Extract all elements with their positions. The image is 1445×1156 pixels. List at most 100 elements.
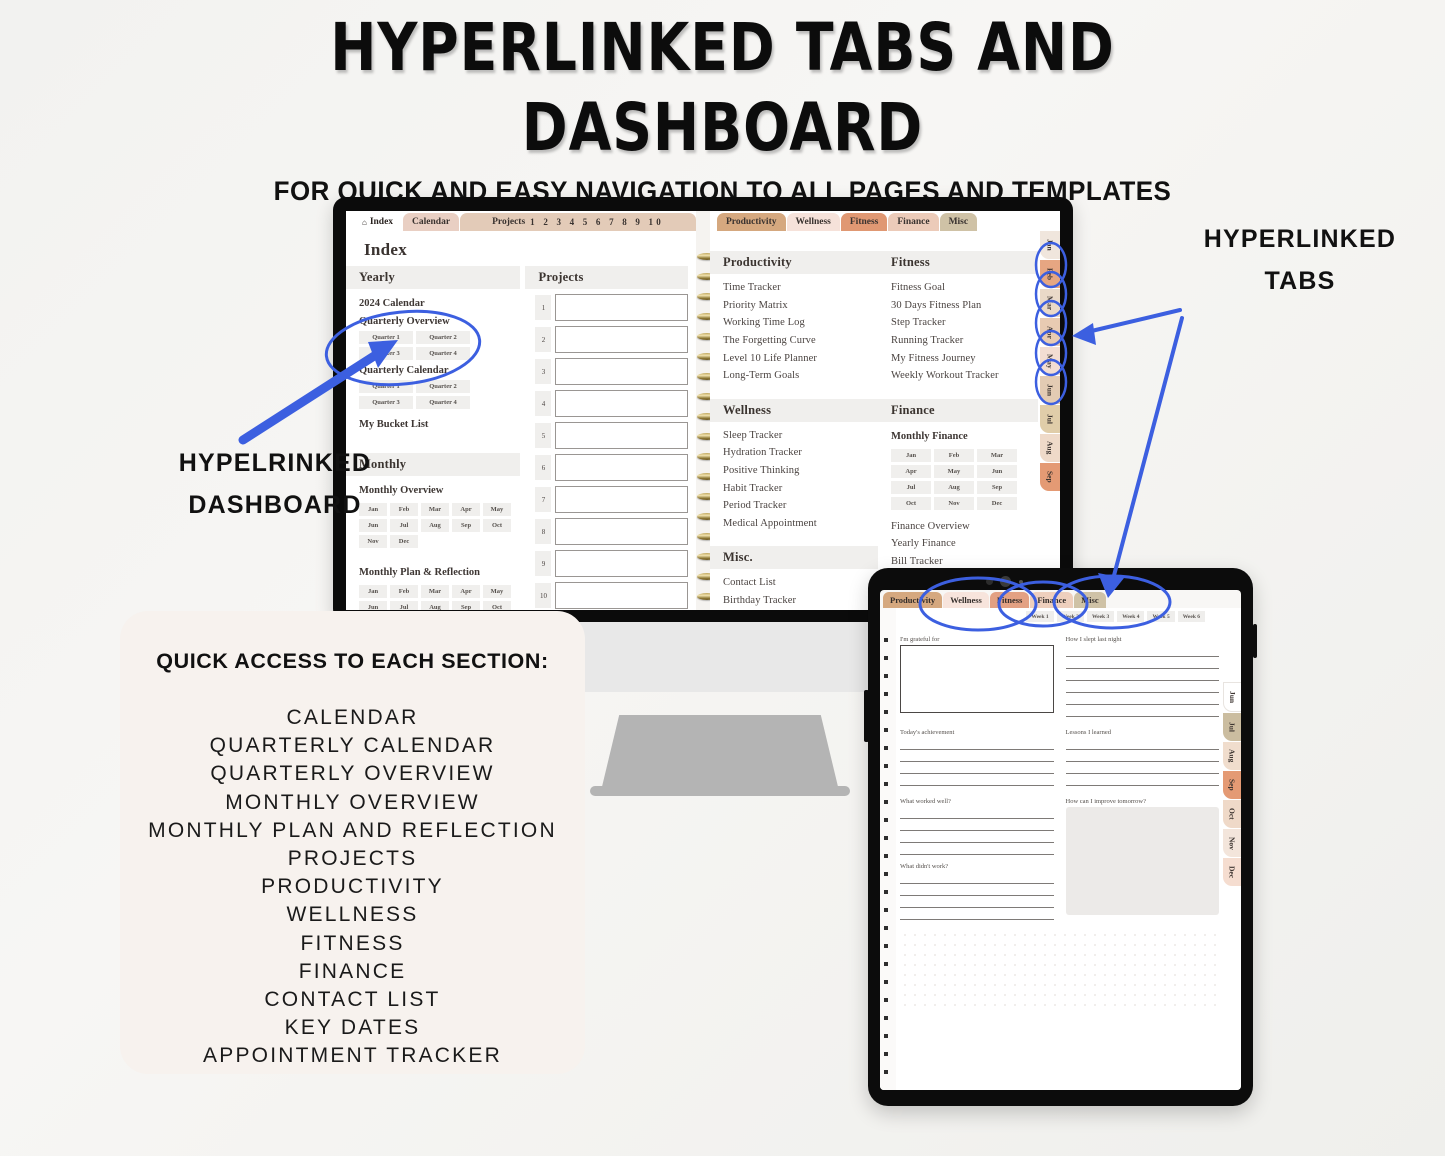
field-achievement-line[interactable] [900, 762, 1054, 774]
chip-quarter[interactable]: Quarter 4 [416, 396, 470, 409]
project-row[interactable]: 7 [535, 486, 688, 513]
week-chip[interactable]: Week 1 [1026, 611, 1054, 622]
tablet-tab-productivity[interactable]: Productivity [883, 592, 943, 608]
chip-quarter[interactable]: Quarter 1 [359, 380, 413, 393]
link-fitness[interactable]: Running Tracker [878, 332, 1038, 350]
project-input[interactable] [555, 390, 688, 417]
project-row[interactable]: 8 [535, 518, 688, 545]
chip-month[interactable]: Jun [977, 464, 1017, 478]
project-row[interactable]: 5 [535, 422, 688, 449]
link-wellness[interactable]: Hydration Tracker [710, 444, 878, 462]
chip-month[interactable]: Jun [359, 601, 387, 610]
chip-month[interactable]: Mar [421, 585, 449, 598]
tablet-month-tab-sep[interactable]: Sep [1223, 771, 1241, 799]
tablet-tab-misc[interactable]: Misc [1074, 592, 1106, 608]
field-worked-well-line[interactable] [900, 819, 1054, 831]
link-wellness[interactable]: Medical Appointment [710, 515, 878, 533]
project-row[interactable]: 10 [535, 582, 688, 609]
week-chip[interactable]: Week 3 [1086, 611, 1115, 622]
chip-quarter[interactable]: Quarter 2 [416, 380, 470, 393]
link-productivity[interactable]: The Forgetting Curve [710, 332, 878, 350]
week-chip[interactable]: Week 4 [1117, 611, 1145, 622]
field-grateful-box[interactable] [900, 645, 1054, 713]
field-slept-line[interactable] [1065, 669, 1219, 681]
link-misc[interactable]: Key Dates [710, 609, 878, 610]
field-didnt-work-line[interactable] [900, 872, 1054, 884]
chip-month[interactable]: Dec [977, 496, 1017, 510]
chip-month[interactable]: Oct [483, 519, 511, 532]
tab-finance[interactable]: Finance [888, 213, 939, 231]
chip-quarter[interactable]: Quarter 2 [416, 331, 470, 344]
tablet-month-tab-aug[interactable]: Aug [1223, 742, 1241, 770]
tablet-tab-wellness[interactable]: Wellness [943, 592, 989, 608]
chip-month[interactable]: Jan [891, 448, 931, 462]
month-tab-jan[interactable]: Jan [1040, 231, 1060, 259]
chip-month[interactable]: Oct [483, 601, 511, 610]
chip-month[interactable]: May [483, 585, 511, 598]
chip-quarter[interactable]: Quarter 3 [359, 396, 413, 409]
field-lessons-line[interactable] [1065, 738, 1219, 750]
link-finance[interactable]: Yearly Finance [878, 535, 1038, 553]
field-didnt-work-line[interactable] [900, 896, 1054, 908]
project-input[interactable] [555, 422, 688, 449]
chip-month[interactable]: Aug [421, 601, 449, 610]
chip-month[interactable]: Apr [452, 503, 480, 516]
link-wellness[interactable]: Positive Thinking [710, 462, 878, 480]
tab-fitness[interactable]: Fitness [840, 213, 888, 231]
field-achievement-line[interactable] [900, 750, 1054, 762]
month-tab-jun[interactable]: Jun [1040, 376, 1060, 404]
chip-month[interactable]: Nov [359, 535, 387, 548]
link-misc[interactable]: Birthday Tracker [710, 592, 878, 610]
project-input[interactable] [555, 486, 688, 513]
link-wellness[interactable]: Sleep Tracker [710, 427, 878, 445]
link-productivity[interactable]: Priority Matrix [710, 297, 878, 315]
chip-month[interactable]: Jul [390, 601, 418, 610]
field-slept-line[interactable] [1065, 681, 1219, 693]
chip-month[interactable]: Aug [934, 480, 974, 494]
field-slept-line[interactable] [1065, 693, 1219, 705]
chip-month[interactable]: Apr [891, 464, 931, 478]
chip-month[interactable]: Feb [934, 448, 974, 462]
link-fitness[interactable]: My Fitness Journey [878, 349, 1038, 367]
project-input[interactable] [555, 358, 688, 385]
chip-month[interactable]: May [483, 503, 511, 516]
link-fitness[interactable]: Weekly Workout Tracker [878, 367, 1038, 385]
tablet-tab-fitness[interactable]: Fitness [989, 592, 1030, 608]
tablet-month-tab-jul[interactable]: Jul [1223, 713, 1241, 741]
tablet-month-tab-dec[interactable]: Dec [1223, 858, 1241, 886]
tab-index[interactable]: ⌂ Index [353, 213, 403, 231]
week-chip[interactable]: Week 2 [1056, 611, 1084, 622]
link-my-bucket-list[interactable]: My Bucket List [346, 410, 520, 433]
field-worked-well-line[interactable] [900, 843, 1054, 855]
week-chip[interactable]: Week 6 [1177, 611, 1205, 622]
project-input[interactable] [555, 294, 688, 321]
tablet-month-tab-nov[interactable]: Nov [1223, 829, 1241, 857]
chip-quarter[interactable]: Quarter 1 [359, 331, 413, 344]
project-input[interactable] [555, 550, 688, 577]
link-finance[interactable]: Finance Overview [878, 518, 1038, 536]
month-tab-may[interactable]: May [1040, 347, 1060, 375]
link-fitness[interactable]: 30 Days Fitness Plan [878, 297, 1038, 315]
project-input[interactable] [555, 454, 688, 481]
link-productivity[interactable]: Time Tracker [710, 279, 878, 297]
project-row[interactable]: 2 [535, 326, 688, 353]
month-tab-mar[interactable]: Mar [1040, 289, 1060, 317]
tab-calendar[interactable]: Calendar [403, 213, 460, 231]
month-tab-apr[interactable]: Apr [1040, 318, 1060, 346]
chip-month[interactable]: Apr [452, 585, 480, 598]
chip-month[interactable]: Mar [977, 448, 1017, 462]
week-chip[interactable]: Week 5 [1147, 611, 1175, 622]
project-row[interactable]: 6 [535, 454, 688, 481]
link-productivity[interactable]: Working Time Log [710, 314, 878, 332]
tablet-month-tab-jun[interactable]: Jun [1223, 682, 1241, 712]
project-row[interactable]: 9 [535, 550, 688, 577]
month-tab-feb[interactable]: Feb [1040, 260, 1060, 288]
field-slept-line[interactable] [1065, 645, 1219, 657]
link-productivity[interactable]: Long-Term Goals [710, 367, 878, 385]
tab-projects[interactable]: Projects 1 2 3 4 5 6 7 8 9 10 [460, 213, 696, 231]
field-worked-well-line[interactable] [900, 831, 1054, 843]
chip-month[interactable]: Nov [934, 496, 974, 510]
chip-quarter[interactable]: Quarter 4 [416, 347, 470, 360]
tab-wellness[interactable]: Wellness [786, 213, 840, 231]
chip-month[interactable]: Sep [452, 519, 480, 532]
